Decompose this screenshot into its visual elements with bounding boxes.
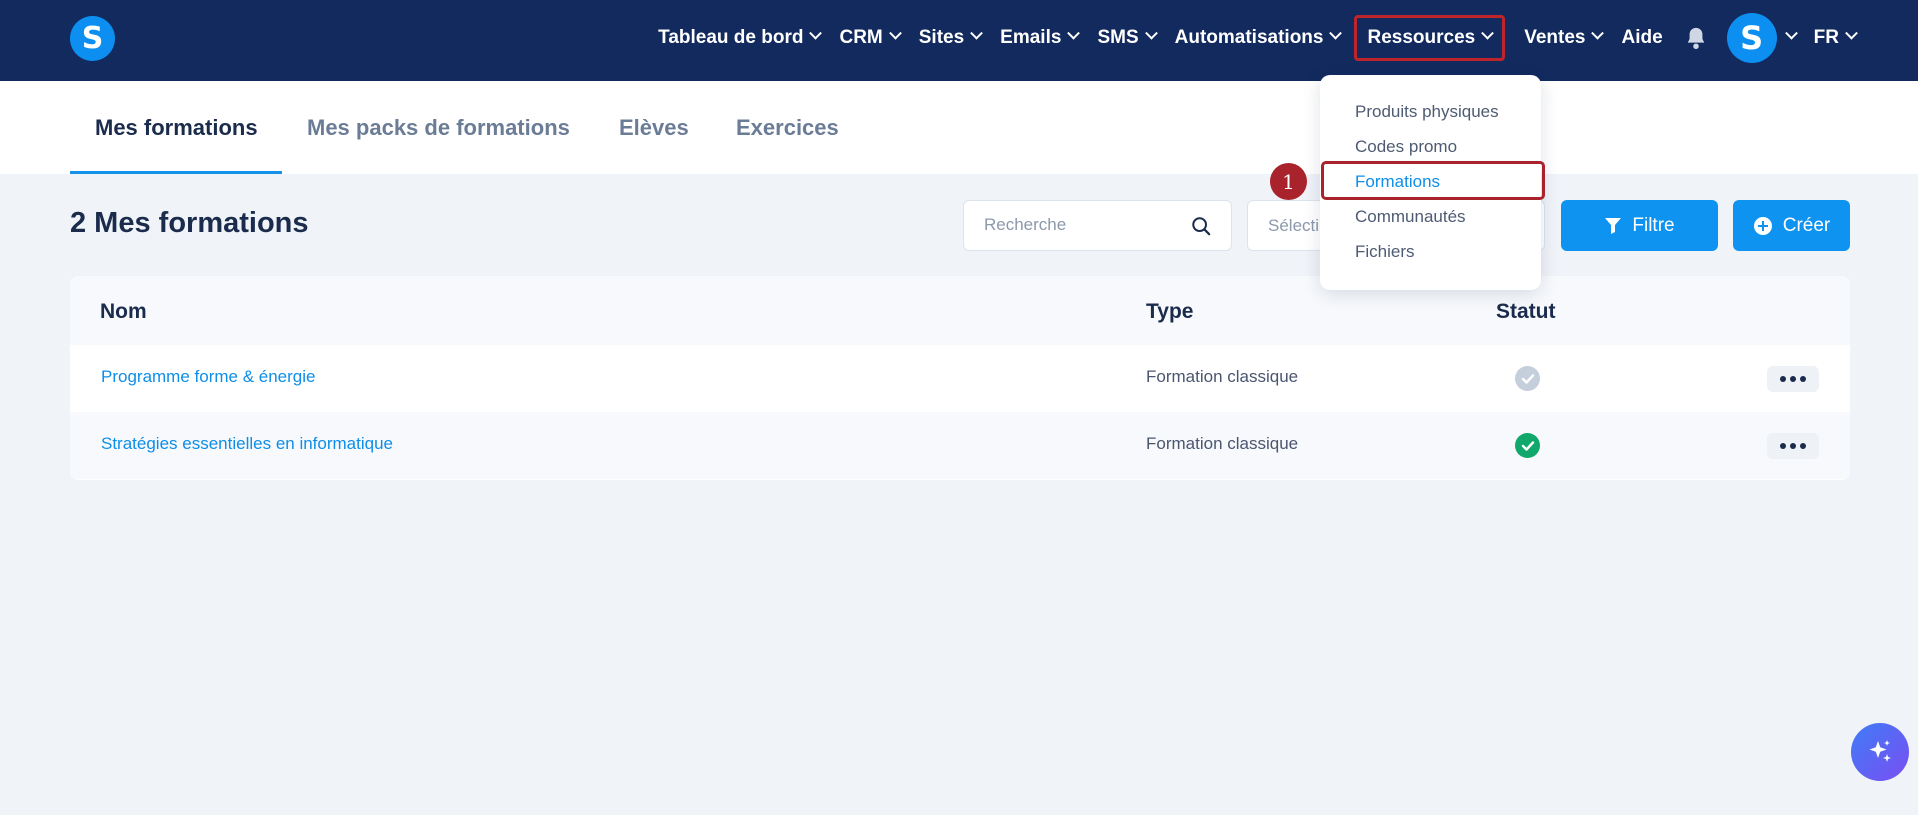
filter-button[interactable]: Filtre — [1561, 200, 1718, 251]
formations-table: Nom Type Statut Programme forme & énergi… — [70, 276, 1850, 480]
search-box[interactable] — [963, 200, 1232, 251]
dot-icon — [1790, 376, 1796, 382]
column-header-status: Statut — [1496, 300, 1556, 323]
page-title: 2 Mes formations — [70, 207, 309, 239]
plus-circle-icon — [1753, 216, 1772, 235]
chevron-down-icon[interactable] — [1784, 26, 1798, 40]
dot-icon — [1800, 443, 1806, 449]
nav-label: Aide — [1621, 26, 1663, 48]
nav-item-sms[interactable]: SMS — [1097, 26, 1158, 49]
table-row: Programme forme & énergie Formation clas… — [70, 345, 1850, 412]
nav-label: Ressources — [1367, 26, 1476, 48]
language-label: FR — [1813, 26, 1839, 48]
chevron-down-icon — [888, 26, 902, 40]
status-check-icon — [1515, 366, 1540, 391]
chevron-down-icon — [809, 26, 823, 40]
formation-name-link[interactable]: Programme forme & énergie — [101, 367, 315, 387]
filter-label: Filtre — [1632, 214, 1675, 236]
menu-item-produits-physiques[interactable]: Produits physiques — [1355, 102, 1499, 122]
filter-icon — [1605, 217, 1622, 234]
highlight-box — [1321, 161, 1545, 200]
dot-icon — [1780, 376, 1786, 382]
language-selector[interactable]: FR — [1813, 26, 1858, 49]
chevron-down-icon — [1481, 26, 1495, 40]
active-tab-indicator — [70, 171, 282, 174]
step-marker: 1 — [1270, 163, 1307, 200]
menu-item-codes-promo[interactable]: Codes promo — [1355, 137, 1457, 157]
more-options-button[interactable] — [1767, 366, 1819, 392]
menu-item-fichiers[interactable]: Fichiers — [1355, 242, 1415, 262]
ai-assistant-button[interactable] — [1851, 723, 1909, 781]
nav-label: Emails — [1000, 26, 1062, 48]
nav-item-tableau-de-bord[interactable]: Tableau de bord — [658, 26, 823, 49]
nav-label: Ventes — [1524, 26, 1586, 48]
table-header: Nom Type Statut — [70, 276, 1850, 345]
nav-item-crm[interactable]: CRM — [839, 26, 902, 49]
chevron-down-icon — [970, 26, 984, 40]
more-options-button[interactable] — [1767, 433, 1819, 459]
create-button[interactable]: Créer — [1733, 200, 1850, 251]
chevron-down-icon — [1329, 26, 1343, 40]
dot-icon — [1780, 443, 1786, 449]
nav-label: Tableau de bord — [658, 26, 804, 48]
create-label: Créer — [1782, 214, 1831, 236]
tab-mes-formations[interactable]: Mes formations — [95, 81, 258, 174]
nav-item-aide[interactable]: Aide — [1621, 27, 1662, 49]
chevron-down-icon — [1144, 26, 1158, 40]
nav-item-ressources[interactable]: Ressources — [1354, 14, 1506, 61]
bell-icon[interactable] — [1685, 26, 1707, 50]
nav-item-emails[interactable]: Emails — [1000, 26, 1081, 49]
nav-label: SMS — [1097, 26, 1139, 48]
column-header-name: Nom — [100, 300, 147, 323]
dot-icon — [1800, 376, 1806, 382]
app-logo[interactable]: S — [70, 16, 115, 61]
formation-name-link[interactable]: Stratégies essentielles en informatique — [101, 434, 393, 454]
tab-exercices[interactable]: Exercices — [736, 81, 839, 174]
dot-icon — [1790, 443, 1796, 449]
formation-type: Formation classique — [1146, 434, 1299, 453]
search-icon[interactable] — [1191, 216, 1211, 236]
chevron-down-icon — [1067, 26, 1081, 40]
sparkle-icon — [1869, 740, 1891, 762]
search-input[interactable] — [984, 215, 1184, 235]
table-row: Stratégies essentielles en informatique … — [70, 412, 1850, 479]
formation-type: Formation classique — [1146, 367, 1299, 386]
chevron-down-icon — [1591, 26, 1605, 40]
nav-item-automatisations[interactable]: Automatisations — [1174, 26, 1343, 49]
avatar[interactable]: S — [1726, 12, 1777, 63]
select-placeholder: Sélecti — [1268, 216, 1320, 235]
chevron-down-icon — [1845, 26, 1858, 40]
top-navbar: S Tableau de bord CRM Sites Emails SMS A… — [0, 0, 1918, 81]
column-header-type: Type — [1146, 300, 1194, 323]
nav-item-sites[interactable]: Sites — [918, 26, 984, 49]
sub-tabs-bar: Mes formations Mes packs de formations E… — [0, 81, 1918, 174]
main-nav: Tableau de bord CRM Sites Emails SMS Aut… — [639, 0, 1858, 75]
status-check-icon — [1515, 433, 1540, 458]
menu-item-communautes[interactable]: Communautés — [1355, 207, 1466, 227]
nav-item-ventes[interactable]: Ventes — [1524, 26, 1605, 49]
nav-label: CRM — [839, 26, 883, 48]
nav-label: Automatisations — [1174, 26, 1324, 48]
tab-eleves[interactable]: Elèves — [619, 81, 689, 174]
tab-mes-packs-de-formations[interactable]: Mes packs de formations — [307, 81, 570, 174]
nav-label: Sites — [918, 26, 965, 48]
